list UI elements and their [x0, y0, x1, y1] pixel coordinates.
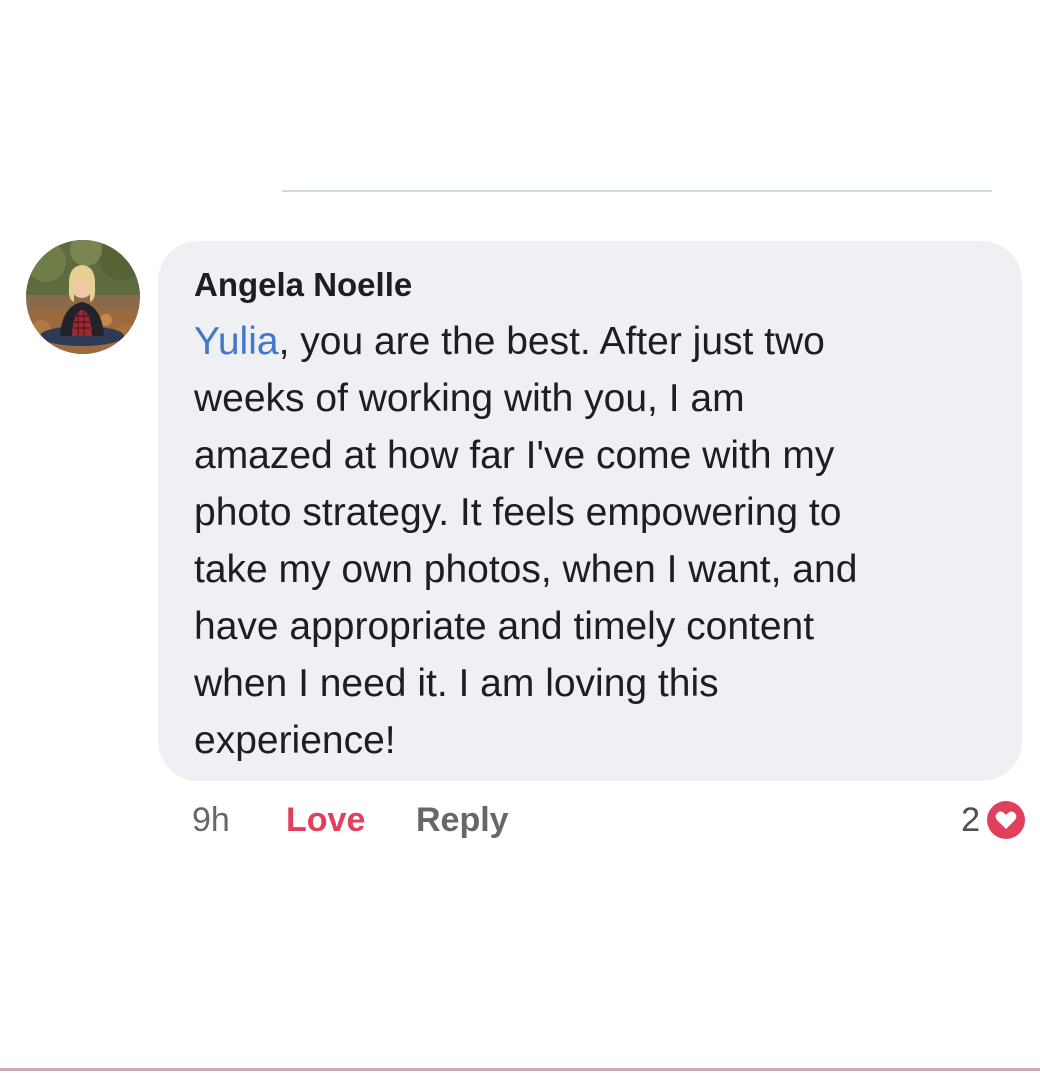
divider: [282, 190, 992, 192]
mention-link[interactable]: Yulia: [194, 320, 279, 363]
comment-bubble: Angela Noelle Yulia, you are the best. A…: [158, 241, 1022, 781]
comment-timestamp[interactable]: 9h: [192, 798, 230, 842]
avatar-image: [26, 240, 140, 354]
comment-actions: 9h Love Reply 2: [0, 798, 1040, 842]
love-button[interactable]: Love: [286, 798, 365, 842]
reaction-count: 2: [961, 801, 980, 839]
bottom-border: [0, 1068, 1040, 1071]
comment-text: Yulia, you are the best. After just two …: [194, 313, 992, 769]
avatar[interactable]: [26, 240, 140, 354]
comment-body: , you are the best. After just two weeks…: [194, 320, 858, 762]
reaction-summary[interactable]: 2: [961, 798, 1028, 842]
reply-button[interactable]: Reply: [416, 798, 509, 842]
comment-screen: Angela Noelle Yulia, you are the best. A…: [0, 0, 1040, 1073]
heart-icon: [985, 799, 1027, 841]
author-name[interactable]: Angela Noelle: [194, 263, 992, 307]
